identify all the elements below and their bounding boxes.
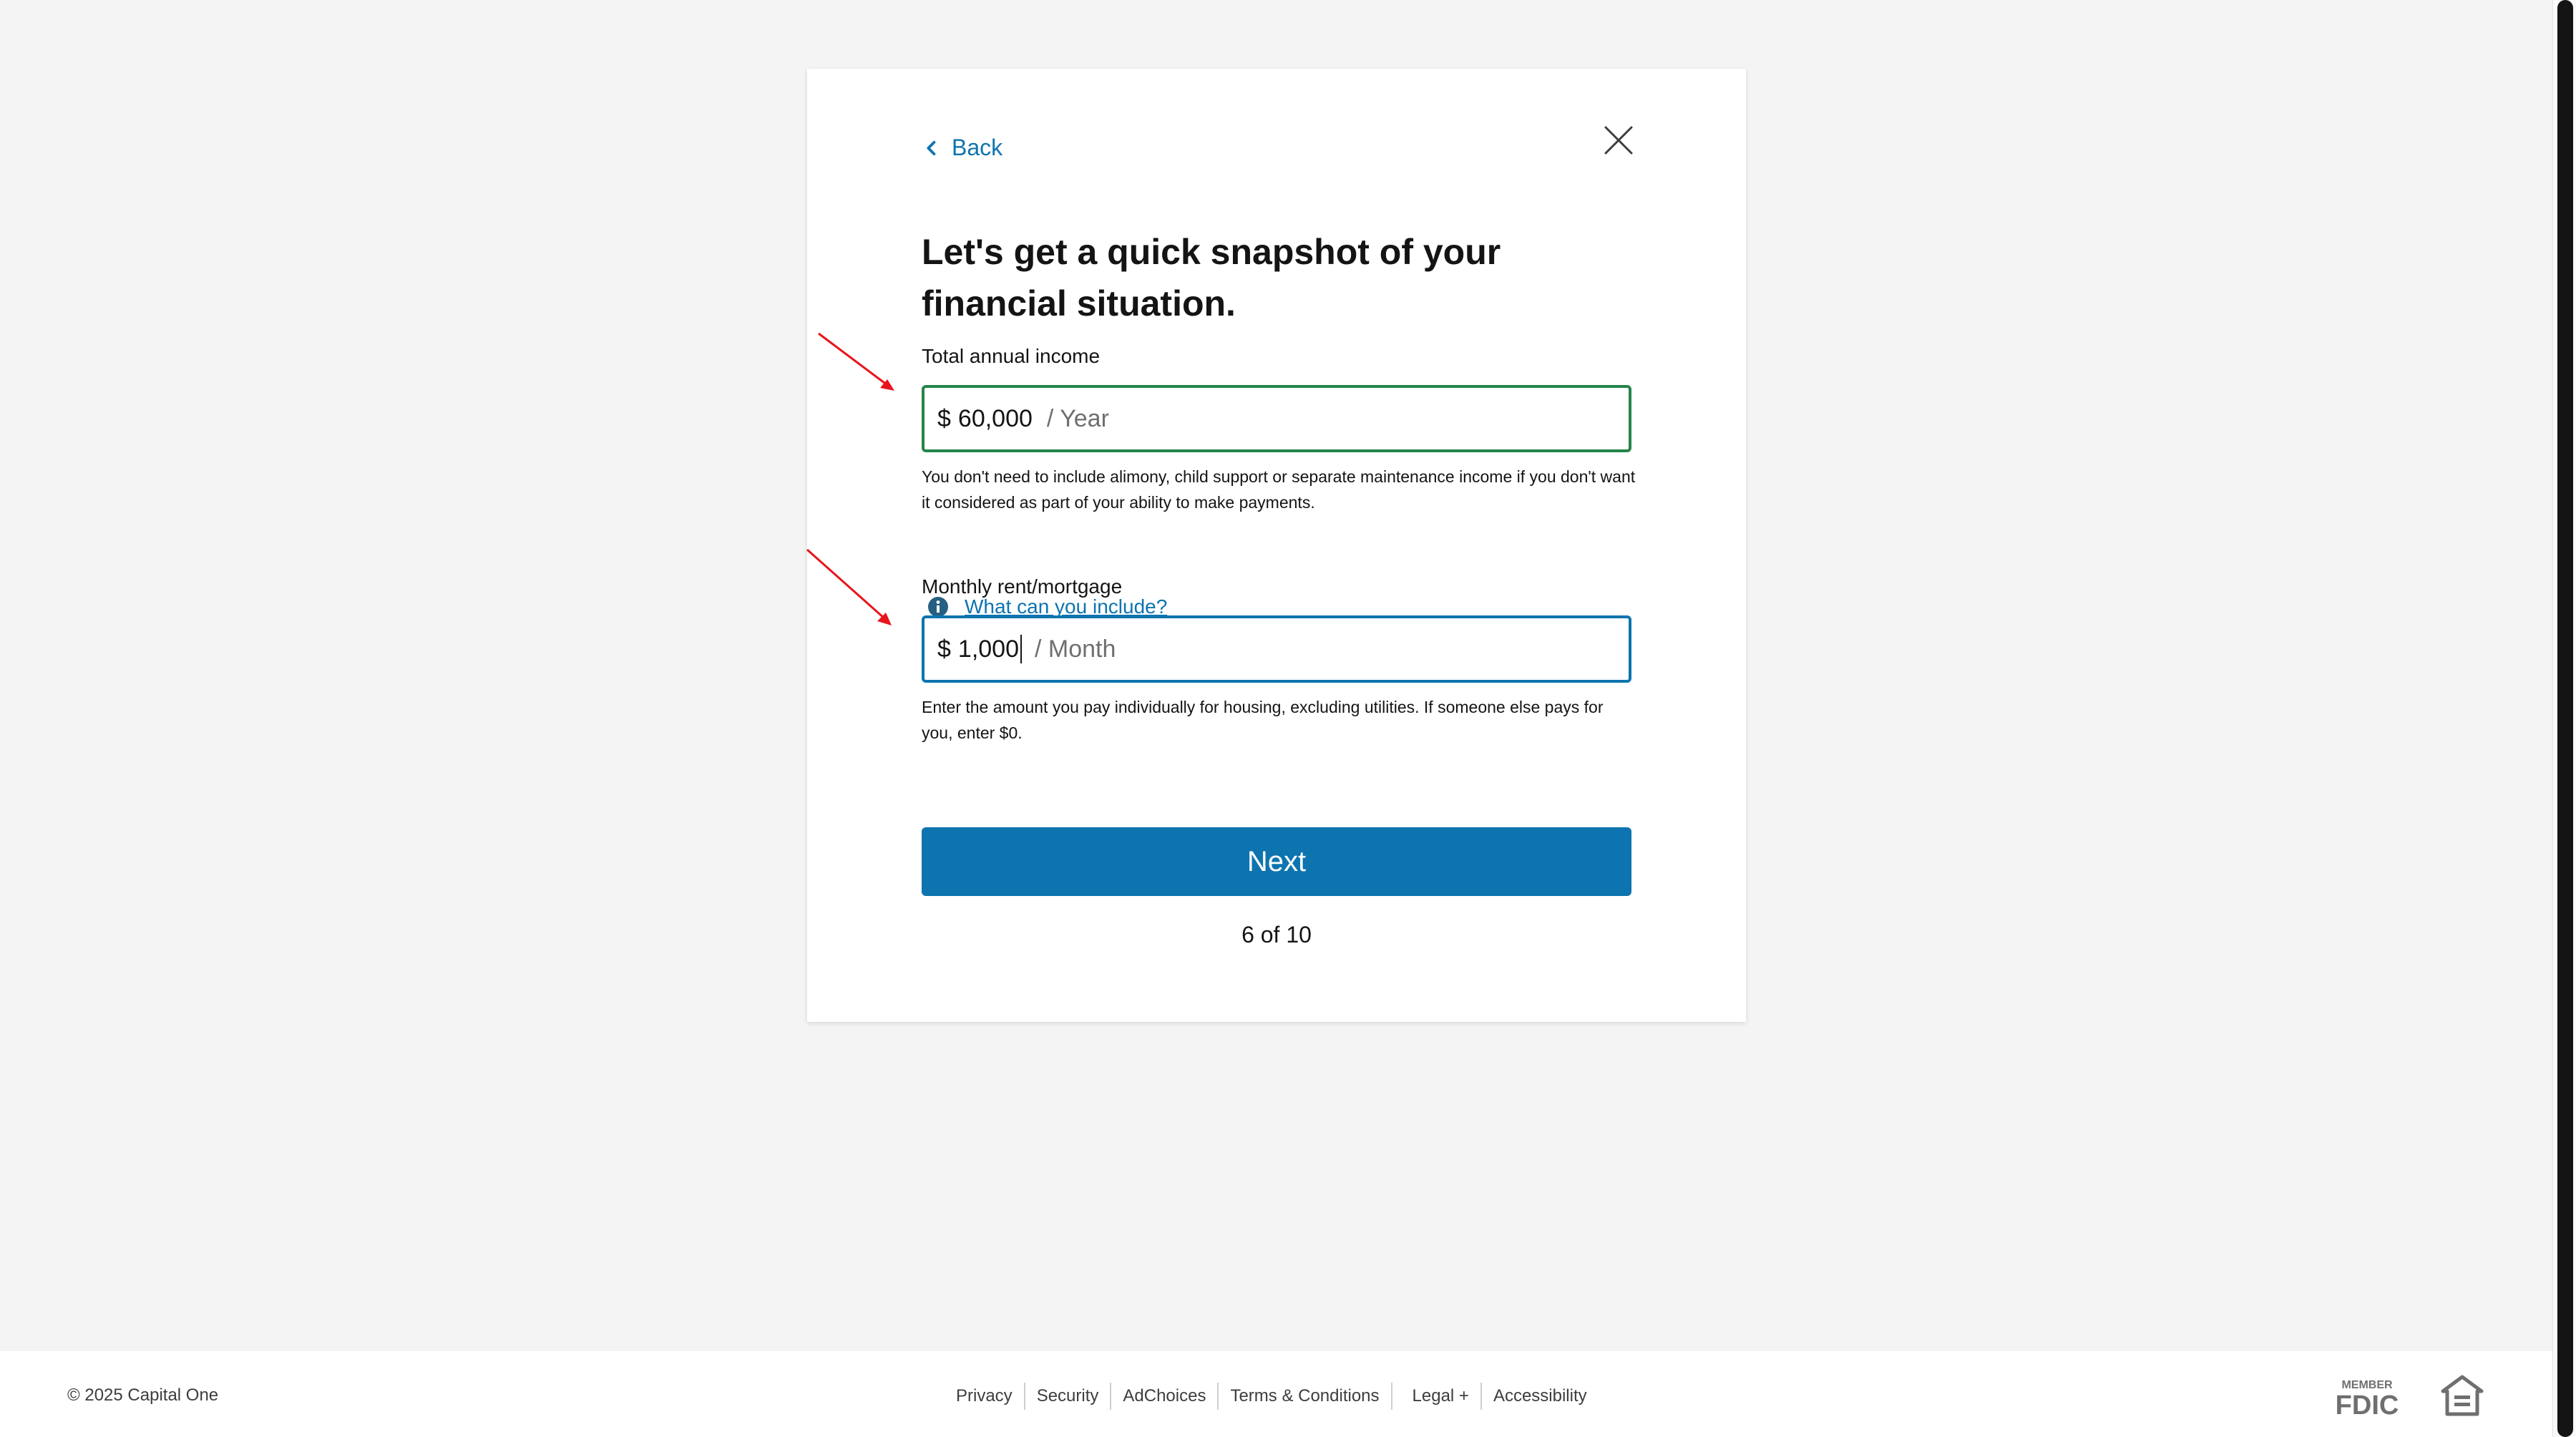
text-cursor — [1020, 635, 1023, 663]
back-label: Back — [952, 135, 1003, 160]
footer-link-terms[interactable]: Terms & Conditions — [1219, 1386, 1390, 1406]
rent-help-text: Enter the amount you pay individually fo… — [922, 698, 1604, 742]
footer-link-privacy[interactable]: Privacy — [945, 1386, 1024, 1406]
footer-links: Privacy Security AdChoices Terms & Condi… — [945, 1383, 1599, 1410]
application-card: Back Let's get a quick snapshot of your … — [807, 69, 1746, 1022]
rent-unit-suffix: / Month — [1035, 635, 1116, 663]
page-footer: © 2025 Capital One Privacy Security AdCh… — [0, 1351, 2553, 1437]
annual-income-field[interactable]: $ 60,000 / Year — [922, 385, 1631, 452]
income-label: Total annual income — [922, 345, 1101, 367]
fdic-logo: MEMBER FDIC — [2336, 1379, 2399, 1417]
fdic-text: FDIC — [2336, 1390, 2399, 1417]
monthly-rent-field[interactable]: $ 1,000 / Month — [922, 615, 1631, 683]
scrollbar[interactable] — [2552, 0, 2576, 1437]
footer-link-legal[interactable]: Legal + — [1392, 1386, 1480, 1406]
income-help-text: You don't need to include alimony, child… — [922, 467, 1636, 512]
income-value: 60,000 — [957, 404, 1033, 432]
copyright: © 2025 Capital One — [67, 1385, 219, 1405]
rent-value: 1,000 — [957, 635, 1020, 663]
footer-link-accessibility[interactable]: Accessibility — [1482, 1386, 1599, 1406]
equal-housing-lender-icon — [2441, 1375, 2484, 1416]
annotation-arrow-rent — [806, 548, 892, 625]
rent-currency-symbol: $ — [937, 635, 951, 663]
rent-label: Monthly rent/mortgage — [922, 575, 1123, 598]
back-link[interactable]: Back — [922, 135, 1002, 161]
footer-link-security[interactable]: Security — [1025, 1386, 1111, 1406]
next-button[interactable]: Next — [922, 827, 1631, 896]
income-currency-symbol: $ — [937, 404, 951, 432]
income-unit-suffix: / Year — [1046, 404, 1109, 432]
close-icon[interactable] — [1601, 123, 1636, 157]
annotation-arrow-income — [818, 332, 894, 391]
info-icon — [928, 597, 948, 617]
chevron-left-icon — [927, 140, 936, 155]
scrollbar-thumb[interactable] — [2557, 0, 2573, 1437]
footer-link-adchoices[interactable]: AdChoices — [1111, 1386, 1217, 1406]
fdic-member-text: MEMBER — [2341, 1379, 2393, 1391]
step-progress: 6 of 10 — [1241, 922, 1312, 948]
page-title: Let's get a quick snapshot of your finan… — [922, 232, 1501, 323]
